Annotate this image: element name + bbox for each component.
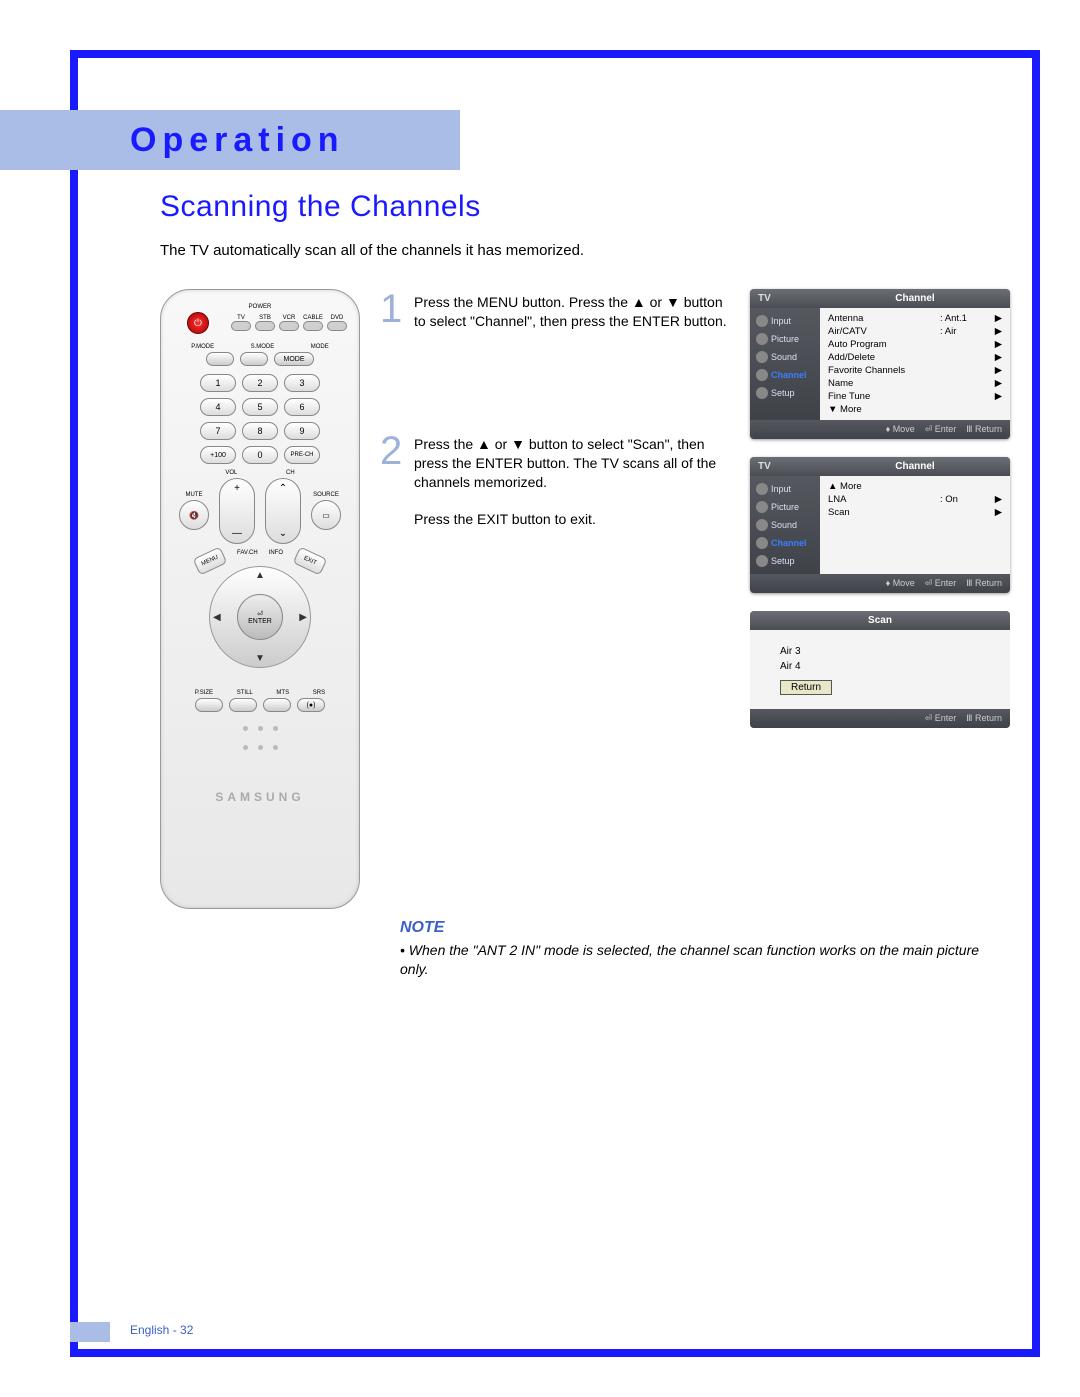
osd-scan-dialog: Scan Air 3 Air 4 Return ⏎ EnterⅢ Return — [750, 611, 1010, 728]
right-arrow-icon[interactable]: ▶ — [299, 612, 307, 623]
tv-mode-button[interactable] — [231, 321, 251, 331]
step-2: 2 Press the ▲ or ▼ button to select "Sca… — [380, 431, 730, 529]
content-area: Scanning the Channels The TV automatical… — [160, 190, 1010, 979]
osd-sidebar: InputPictureSoundChannelSetup — [750, 308, 820, 420]
num-9[interactable]: 9 — [284, 422, 320, 440]
vcr-mode-button[interactable] — [279, 321, 299, 331]
exit-button[interactable]: EXIT — [293, 547, 328, 576]
source-button[interactable]: ▭ — [311, 500, 341, 530]
osd-list-item: ▲ More — [828, 480, 1002, 493]
smode-button[interactable] — [240, 352, 268, 366]
prech-button[interactable]: PRE-CH — [284, 446, 320, 464]
step-number: 1 — [380, 289, 406, 331]
osd-list-item: Add/Delete▶ — [828, 351, 1002, 364]
chapter-title: Operation — [130, 121, 345, 160]
footer-accent — [70, 1322, 110, 1342]
remote-control: POWER ⏻ TV STB VCR CABLE DVD P.MODES.MOD… — [160, 289, 360, 909]
osd-side-item: Setup — [750, 384, 820, 402]
num-8[interactable]: 8 — [242, 422, 278, 440]
mts-button[interactable] — [263, 698, 291, 712]
osd-side-item: Sound — [750, 348, 820, 366]
osd-sidebar: InputPictureSoundChannelSetup — [750, 476, 820, 574]
power-button[interactable]: ⏻ — [187, 312, 209, 334]
up-arrow-icon[interactable]: ▲ — [255, 570, 265, 581]
section-intro: The TV automatically scan all of the cha… — [160, 242, 1010, 259]
pmode-button[interactable] — [206, 352, 234, 366]
osd-side-item: Channel — [750, 534, 820, 552]
osd-list-item: Scan▶ — [828, 506, 1002, 519]
mute-button[interactable]: 🔇 — [179, 500, 209, 530]
scan-line: Air 3 — [780, 644, 980, 659]
num-4[interactable]: 4 — [200, 398, 236, 416]
enter-button[interactable]: ⏎ENTER — [237, 594, 283, 640]
step-text: Press the MENU button. Press the ▲ or ▼ … — [414, 289, 730, 331]
psize-button[interactable] — [195, 698, 223, 712]
chapter-header: Operation — [0, 110, 460, 170]
osd-channel-menu-2: TVChannel InputPictureSoundChannelSetup … — [750, 457, 1010, 593]
scan-line: Air 4 — [780, 659, 980, 674]
dpad: MENU EXIT FAV.CH INFO ▲ ▼ ◀ ▶ ⏎ENTER — [195, 552, 325, 682]
num-7[interactable]: 7 — [200, 422, 236, 440]
plus100-button[interactable]: +100 — [200, 446, 236, 464]
still-button[interactable] — [229, 698, 257, 712]
section-title: Scanning the Channels — [160, 190, 1010, 224]
return-button[interactable]: Return — [780, 680, 832, 695]
dvd-mode-button[interactable] — [327, 321, 347, 331]
osd-list: ▲ MoreLNA: On▶Scan▶ — [820, 476, 1010, 574]
osd-list-item: Name▶ — [828, 377, 1002, 390]
num-5[interactable]: 5 — [242, 398, 278, 416]
ch-rocker[interactable]: ⌃⌄ — [265, 478, 301, 544]
osd-channel-menu-1: TVChannel InputPictureSoundChannelSetup … — [750, 289, 1010, 439]
step-number: 2 — [380, 431, 406, 529]
mode-button[interactable]: MODE — [274, 352, 314, 366]
osd-list-item: Air/CATV: Air▶ — [828, 325, 1002, 338]
vol-rocker[interactable]: +— — [219, 478, 255, 544]
cable-mode-button[interactable] — [303, 321, 323, 331]
osd-list-item: Auto Program▶ — [828, 338, 1002, 351]
power-label: POWER — [249, 304, 272, 310]
srs-button[interactable]: (●) — [297, 698, 325, 712]
osd-side-item: Picture — [750, 498, 820, 516]
osd-list-item: Antenna: Ant.1▶ — [828, 312, 1002, 325]
osd-side-item: Channel — [750, 366, 820, 384]
osd-list-item: Favorite Channels▶ — [828, 364, 1002, 377]
osd-list-item: Fine Tune▶ — [828, 390, 1002, 403]
osd-side-item: Picture — [750, 330, 820, 348]
left-arrow-icon[interactable]: ◀ — [213, 612, 221, 623]
num-0[interactable]: 0 — [242, 446, 278, 464]
note-heading: NOTE — [400, 919, 1010, 937]
page-footer: English - 32 — [130, 1323, 193, 1337]
stb-mode-button[interactable] — [255, 321, 275, 331]
menu-button[interactable]: MENU — [193, 547, 228, 576]
osd-side-item: Input — [750, 480, 820, 498]
step-text: Press the ▲ or ▼ button to select "Scan"… — [414, 431, 730, 529]
osd-side-item: Sound — [750, 516, 820, 534]
brand-label: SAMSUNG — [173, 790, 347, 804]
note-body: When the "ANT 2 IN" mode is selected, th… — [400, 941, 1010, 979]
osd-side-item: Setup — [750, 552, 820, 570]
num-2[interactable]: 2 — [242, 374, 278, 392]
num-1[interactable]: 1 — [200, 374, 236, 392]
osd-list: Antenna: Ant.1▶Air/CATV: Air▶Auto Progra… — [820, 308, 1010, 420]
step-1: 1 Press the MENU button. Press the ▲ or … — [380, 289, 730, 331]
decorative-dots — [173, 745, 347, 750]
num-6[interactable]: 6 — [284, 398, 320, 416]
num-3[interactable]: 3 — [284, 374, 320, 392]
osd-list-item: LNA: On▶ — [828, 493, 1002, 506]
osd-side-item: Input — [750, 312, 820, 330]
down-arrow-icon[interactable]: ▼ — [255, 653, 265, 664]
decorative-dots — [173, 726, 347, 731]
osd-list-item: ▼ More — [828, 403, 1002, 416]
